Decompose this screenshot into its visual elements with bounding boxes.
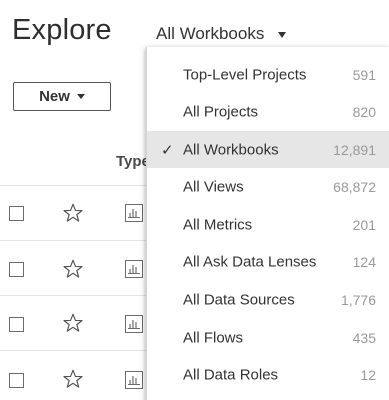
table-row xyxy=(0,351,160,400)
menu-item-count: 435 xyxy=(352,329,376,346)
table-row xyxy=(0,241,160,296)
caret-down-icon xyxy=(278,32,287,38)
row-checkbox[interactable] xyxy=(9,262,24,277)
caret-down-icon xyxy=(76,94,85,99)
menu-item-count: 124 xyxy=(352,253,376,270)
table-row xyxy=(0,186,160,241)
workbook-chart-icon xyxy=(125,204,143,222)
workbook-chart-icon xyxy=(125,260,143,278)
workbook-chart-icon xyxy=(125,315,143,333)
table-row xyxy=(0,296,160,351)
scope-selector-label: All Workbooks xyxy=(156,24,265,43)
workbook-chart-icon xyxy=(125,371,143,389)
menu-item-label: All Projects xyxy=(183,103,259,120)
new-button[interactable]: New xyxy=(13,82,111,111)
menu-item-all-data-roles[interactable]: All Data Roles 12 xyxy=(147,356,389,393)
star-icon[interactable] xyxy=(62,312,84,334)
menu-item-all-views[interactable]: All Views 68,872 xyxy=(147,168,389,205)
menu-item-count: 68,872 xyxy=(333,178,376,195)
menu-item-label: All Workbooks xyxy=(183,141,279,158)
menu-item-top-level-projects[interactable]: Top-Level Projects 591 xyxy=(147,56,389,93)
page-title: Explore xyxy=(12,14,112,46)
star-icon[interactable] xyxy=(62,202,84,224)
menu-item-label: All Data Sources xyxy=(183,291,295,308)
menu-item-count: 201 xyxy=(352,216,376,233)
scope-dropdown-menu: Top-Level Projects 591 All Projects 820 … xyxy=(146,47,389,400)
menu-item-label: All Views xyxy=(183,178,244,195)
menu-item-label: All Metrics xyxy=(183,216,253,233)
menu-item-label: All Data Roles xyxy=(183,366,279,383)
menu-item-label: All Flows xyxy=(183,329,244,346)
row-checkbox[interactable] xyxy=(9,317,24,332)
menu-item-all-data-sources[interactable]: All Data Sources 1,776 xyxy=(147,281,389,318)
menu-item-all-projects[interactable]: All Projects 820 xyxy=(147,93,389,130)
new-button-label: New xyxy=(39,88,70,105)
menu-item-count: 12 xyxy=(360,366,376,383)
checkmark-icon: ✓ xyxy=(161,141,174,159)
menu-item-count: 12,891 xyxy=(333,141,376,158)
menu-item-label: Top-Level Projects xyxy=(183,66,307,83)
menu-item-count: 820 xyxy=(352,103,376,120)
star-icon[interactable] xyxy=(62,368,84,390)
explore-page: Explore All Workbooks New Type Top-Level… xyxy=(0,0,389,400)
row-checkbox[interactable] xyxy=(9,206,24,221)
menu-item-label: All Ask Data Lenses xyxy=(183,253,317,270)
menu-item-all-metrics[interactable]: All Metrics 201 xyxy=(147,206,389,243)
column-header-type[interactable]: Type xyxy=(116,153,150,170)
menu-item-count: 1,776 xyxy=(340,291,376,308)
menu-item-all-workbooks[interactable]: ✓ All Workbooks 12,891 xyxy=(147,131,389,168)
row-checkbox[interactable] xyxy=(9,373,24,388)
star-icon[interactable] xyxy=(62,258,84,280)
menu-item-all-ask-data-lenses[interactable]: All Ask Data Lenses 124 xyxy=(147,243,389,280)
scope-selector-dropdown[interactable]: All Workbooks xyxy=(156,22,287,46)
menu-item-all-flows[interactable]: All Flows 435 xyxy=(147,319,389,356)
menu-item-count: 591 xyxy=(352,66,376,83)
